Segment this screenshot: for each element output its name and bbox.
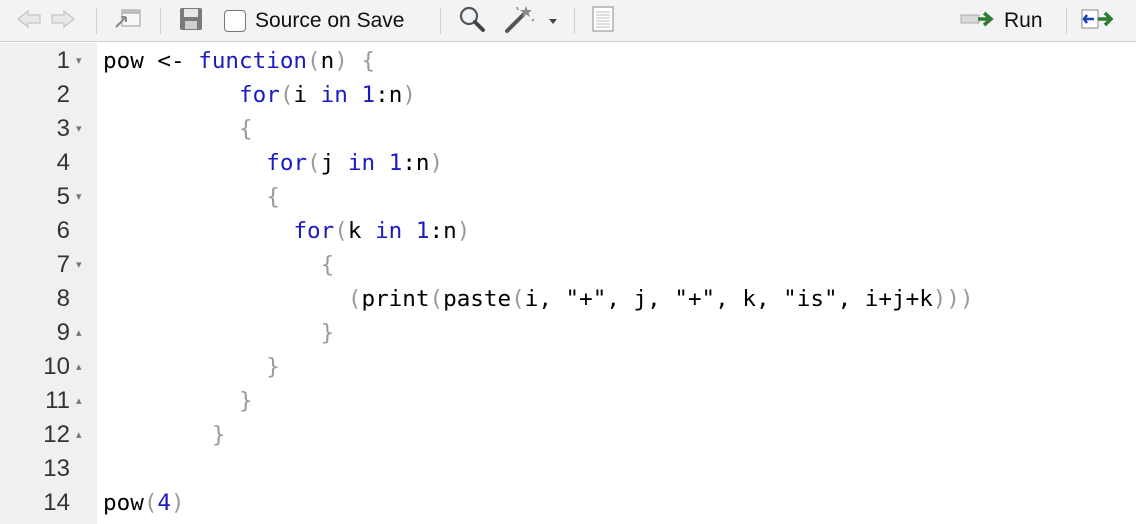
line-number: 7 [56, 251, 70, 278]
fold-toggle-icon[interactable]: ▾ [76, 180, 82, 214]
line-number: 2 [56, 81, 70, 108]
editor-toolbar: Source on Save Run [0, 0, 1136, 42]
line-number-row: 13 [0, 452, 97, 486]
checkbox-box[interactable] [224, 10, 246, 32]
run-button[interactable]: Run [960, 0, 1050, 42]
toolbar-separator [160, 8, 161, 34]
compile-report-button[interactable] [586, 0, 620, 42]
line-number: 4 [56, 149, 70, 176]
show-in-new-window-button[interactable] [110, 0, 146, 42]
line-number: 11 [45, 387, 70, 414]
fold-toggle-icon[interactable]: ▾ [76, 44, 82, 78]
code-line[interactable]: { [103, 180, 280, 214]
line-number-row: 14 [0, 486, 97, 520]
line-number: 1 [56, 47, 70, 74]
find-replace-button[interactable] [455, 0, 489, 42]
toolbar-separator [440, 8, 441, 34]
line-number: 13 [43, 455, 70, 482]
line-number-row: 11 ▴ [0, 384, 97, 418]
line-number-row: 12 ▴ [0, 418, 97, 452]
code-line[interactable]: { [103, 248, 335, 282]
line-number-row: 2 [0, 78, 97, 112]
unfold-marker-icon[interactable]: ▴ [76, 418, 82, 452]
line-number-gutter: 1 ▾ 2 3 ▾ 4 5 ▾ 6 7 ▾ 8 9 ▴ 10 ▴ 11 ▴ 12 ▴ 13 14 [0, 43, 97, 524]
code-line[interactable]: { [103, 112, 253, 146]
code-line[interactable]: for(j in 1:n) [103, 146, 443, 180]
code-tools-button[interactable] [502, 0, 538, 42]
save-icon [178, 6, 204, 37]
search-icon [458, 5, 486, 38]
line-number: 9 [56, 319, 70, 346]
code-line[interactable]: for(k in 1:n) [103, 214, 470, 248]
line-number: 3 [56, 115, 70, 142]
forward-button[interactable] [48, 0, 78, 42]
source-on-save-label: Source on Save [255, 9, 405, 32]
line-number-row: 6 [0, 214, 97, 248]
line-number: 14 [43, 489, 70, 516]
rerun-icon [1080, 7, 1120, 36]
code-line[interactable]: pow <- function(n) { [103, 44, 375, 78]
line-number-row: 9 ▴ [0, 316, 97, 350]
show-in-window-icon [113, 7, 143, 36]
toolbar-separator [96, 8, 97, 34]
unfold-marker-icon[interactable]: ▴ [76, 384, 82, 418]
dropdown-caret-icon [547, 12, 559, 30]
code-tools-wand-icon [504, 4, 536, 39]
code-line[interactable]: for(i in 1:n) [103, 78, 416, 112]
line-number-row: 10 ▴ [0, 350, 97, 384]
run-label: Run [1004, 9, 1043, 32]
rerun-button[interactable] [1078, 0, 1122, 42]
unfold-marker-icon[interactable]: ▴ [76, 350, 82, 384]
line-number: 6 [56, 217, 70, 244]
fold-toggle-icon[interactable]: ▾ [76, 248, 82, 282]
code-line[interactable]: } [103, 316, 335, 350]
line-number-row: 7 ▾ [0, 248, 97, 282]
compile-report-icon [591, 5, 615, 38]
line-number: 8 [56, 285, 70, 312]
forward-arrow-icon [50, 9, 76, 34]
run-arrow-icon [960, 9, 1000, 34]
back-arrow-icon [16, 9, 42, 34]
line-number: 12 [43, 421, 70, 448]
code-area[interactable]: pow <- function(n) { for(i in 1:n) { for… [103, 43, 1136, 524]
code-line[interactable]: } [103, 384, 253, 418]
line-number: 5 [56, 183, 70, 210]
fold-toggle-icon[interactable]: ▾ [76, 112, 82, 146]
code-line[interactable]: } [103, 350, 280, 384]
save-button[interactable] [174, 0, 208, 42]
line-number-row: 5 ▾ [0, 180, 97, 214]
code-tools-dropdown[interactable] [545, 0, 561, 42]
line-number-row: 3 ▾ [0, 112, 97, 146]
back-button[interactable] [14, 0, 44, 42]
code-line[interactable]: (print(paste(i, "+", j, "+", k, "is", i+… [103, 282, 974, 316]
line-number-row: 1 ▾ [0, 44, 97, 78]
line-number-row: 8 [0, 282, 97, 316]
toolbar-separator [574, 8, 575, 34]
code-editor[interactable]: 1 ▾ 2 3 ▾ 4 5 ▾ 6 7 ▾ 8 9 ▴ 10 ▴ 11 ▴ 12 ▴ 13 14 pow <- funct… [0, 43, 1136, 524]
line-number: 10 [43, 353, 70, 380]
toolbar-separator [1066, 8, 1067, 34]
code-line[interactable]: } [103, 418, 226, 452]
unfold-marker-icon[interactable]: ▴ [76, 316, 82, 350]
line-number-row: 4 [0, 146, 97, 180]
source-on-save-checkbox[interactable]: Source on Save [224, 0, 424, 42]
code-line[interactable]: pow(4) [103, 486, 185, 520]
